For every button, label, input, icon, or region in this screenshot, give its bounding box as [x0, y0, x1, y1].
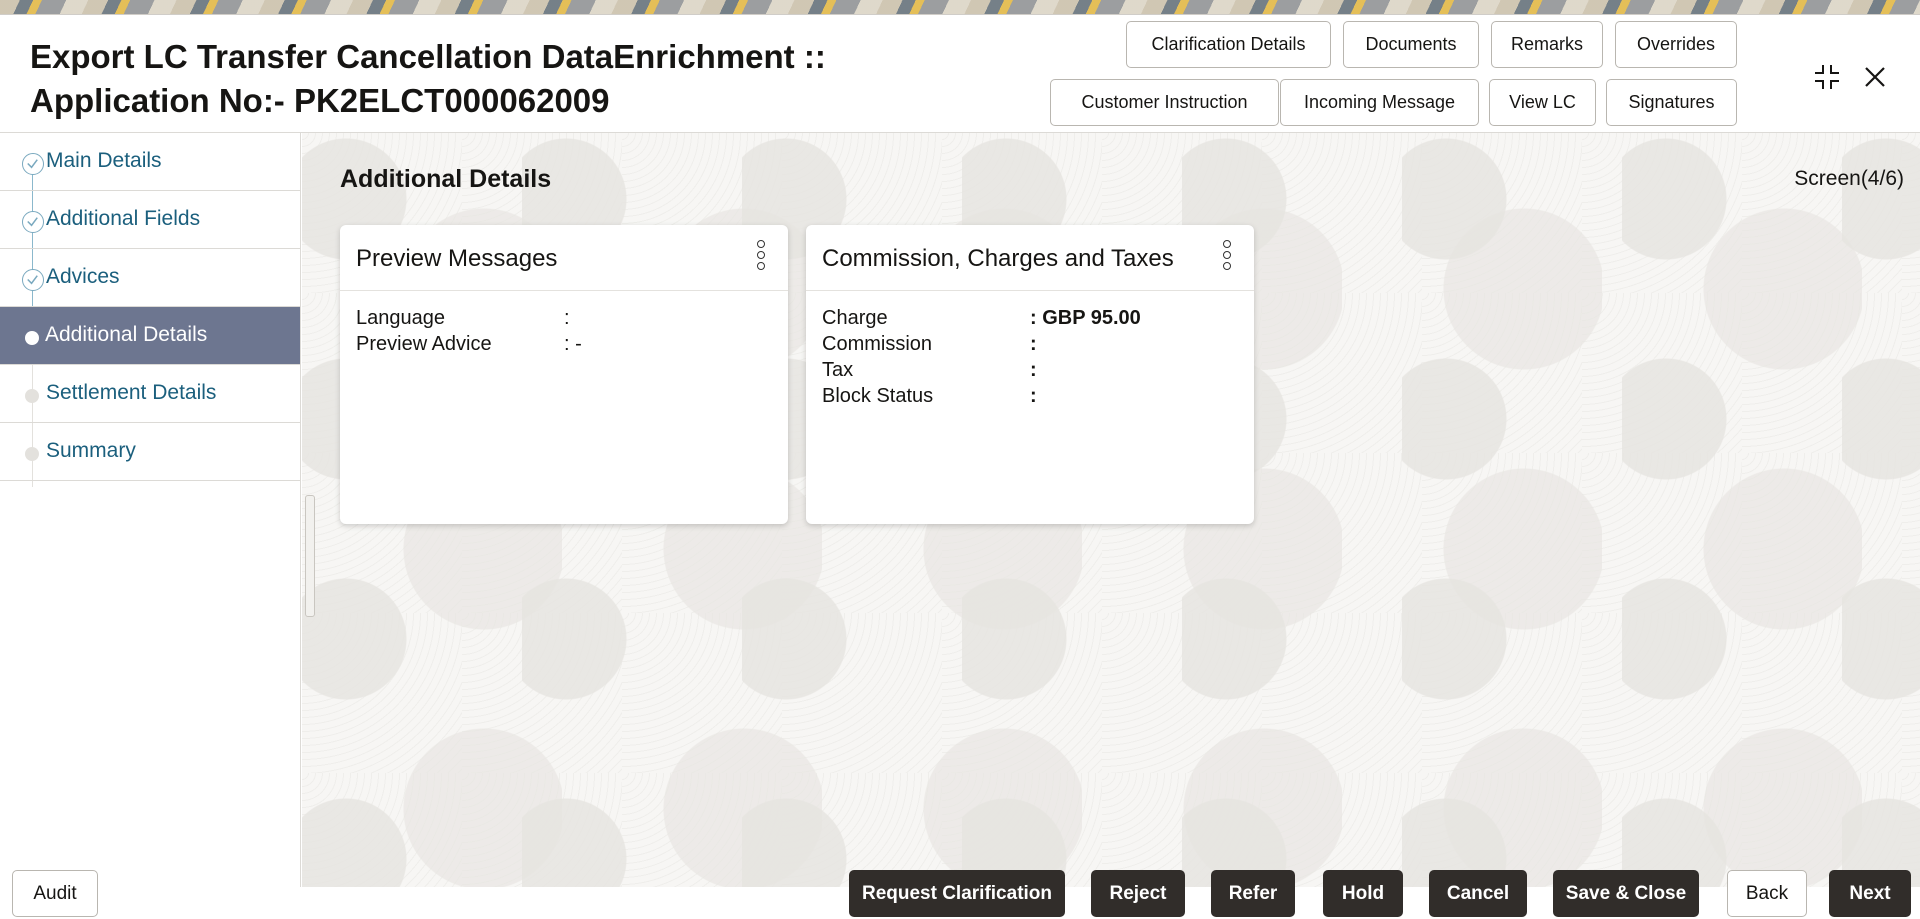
row-value: : — [1030, 333, 1037, 355]
header: Export LC Transfer Cancellation DataEnri… — [0, 15, 1920, 133]
sidebar-item-label: Advices — [46, 265, 120, 288]
sidebar-item-label: Additional Details — [45, 323, 208, 346]
preview-messages-card: Preview Messages Language : Preview Advi… — [340, 225, 788, 524]
sidebar-item-settlement-details[interactable]: Settlement Details — [0, 365, 300, 423]
row-key: Language — [356, 307, 445, 329]
hold-button[interactable]: Hold — [1323, 870, 1403, 917]
view-lc-button[interactable]: View LC — [1489, 79, 1596, 126]
section-title: Additional Details — [340, 165, 552, 193]
check-circle-icon — [22, 211, 44, 233]
screen-counter: Screen(4/6) — [1794, 167, 1904, 190]
sidebar-item-label: Additional Fields — [46, 207, 201, 230]
check-circle-icon — [22, 153, 44, 175]
step-dot-icon — [25, 447, 39, 461]
commission-charges-taxes-card: Commission, Charges and Taxes Charge : G… — [806, 225, 1254, 524]
card-header: Commission, Charges and Taxes — [806, 225, 1254, 291]
overrides-button[interactable]: Overrides — [1615, 21, 1737, 68]
refer-button[interactable]: Refer — [1211, 870, 1295, 917]
save-close-button[interactable]: Save & Close — [1553, 870, 1699, 917]
next-button[interactable]: Next — [1829, 870, 1911, 917]
row-value: : — [1030, 359, 1037, 381]
request-clarification-button[interactable]: Request Clarification — [849, 870, 1065, 917]
row-value: : GBP 95.00 — [1030, 307, 1141, 329]
sidebar-resize-handle[interactable] — [305, 495, 315, 617]
row-value: : - — [564, 333, 582, 355]
step-dot-icon — [25, 389, 39, 403]
sidebar-item-additional-details[interactable]: Additional Details — [0, 307, 300, 365]
documents-button[interactable]: Documents — [1343, 21, 1479, 68]
remarks-button[interactable]: Remarks — [1491, 21, 1603, 68]
dialog-window: Export LC Transfer Cancellation DataEnri… — [0, 14, 1920, 919]
sidebar-item-advices[interactable]: Advices — [0, 249, 300, 307]
clarification-details-button[interactable]: Clarification Details — [1126, 21, 1331, 68]
card-header: Preview Messages — [340, 225, 788, 291]
back-button[interactable]: Back — [1727, 870, 1807, 917]
page-title: Export LC Transfer Cancellation DataEnri… — [30, 35, 930, 123]
sidebar-item-summary[interactable]: Summary — [0, 423, 300, 481]
row-key: Preview Advice — [356, 333, 492, 355]
more-options-icon[interactable] — [754, 239, 768, 277]
check-circle-icon — [22, 269, 44, 291]
page-title-line2: Application No:- PK2ELCT000062009 — [30, 82, 610, 119]
customer-instruction-button[interactable]: Customer Instruction — [1050, 79, 1279, 126]
sidebar-item-main-details[interactable]: Main Details — [0, 133, 300, 191]
signatures-button[interactable]: Signatures — [1606, 79, 1737, 126]
page-title-line1: Export LC Transfer Cancellation DataEnri… — [30, 38, 826, 75]
row-key: Block Status — [822, 385, 934, 407]
close-icon[interactable] — [1855, 57, 1895, 97]
top-decorative-strip — [0, 0, 1920, 14]
incoming-message-button[interactable]: Incoming Message — [1280, 79, 1479, 126]
row-value: : — [1030, 385, 1037, 407]
card-title: Commission, Charges and Taxes — [822, 245, 1174, 272]
minimize-icon[interactable] — [1807, 57, 1847, 97]
cancel-button[interactable]: Cancel — [1429, 870, 1527, 917]
step-dot-icon — [25, 331, 39, 345]
row-key: Tax — [822, 359, 854, 381]
row-value: : — [564, 307, 570, 329]
row-key: Commission — [822, 333, 933, 355]
row-key: Charge — [822, 307, 888, 329]
sidebar-item-label: Settlement Details — [46, 381, 217, 404]
sidebar-nav: Main Details Additional Fields Advices A… — [0, 133, 301, 887]
reject-button[interactable]: Reject — [1091, 870, 1185, 917]
sidebar-item-additional-fields[interactable]: Additional Fields — [0, 191, 300, 249]
sidebar-item-label: Summary — [46, 439, 136, 462]
audit-button[interactable]: Audit — [12, 870, 98, 917]
sidebar-item-label: Main Details — [46, 149, 162, 172]
card-title: Preview Messages — [356, 245, 558, 272]
more-options-icon[interactable] — [1220, 239, 1234, 277]
